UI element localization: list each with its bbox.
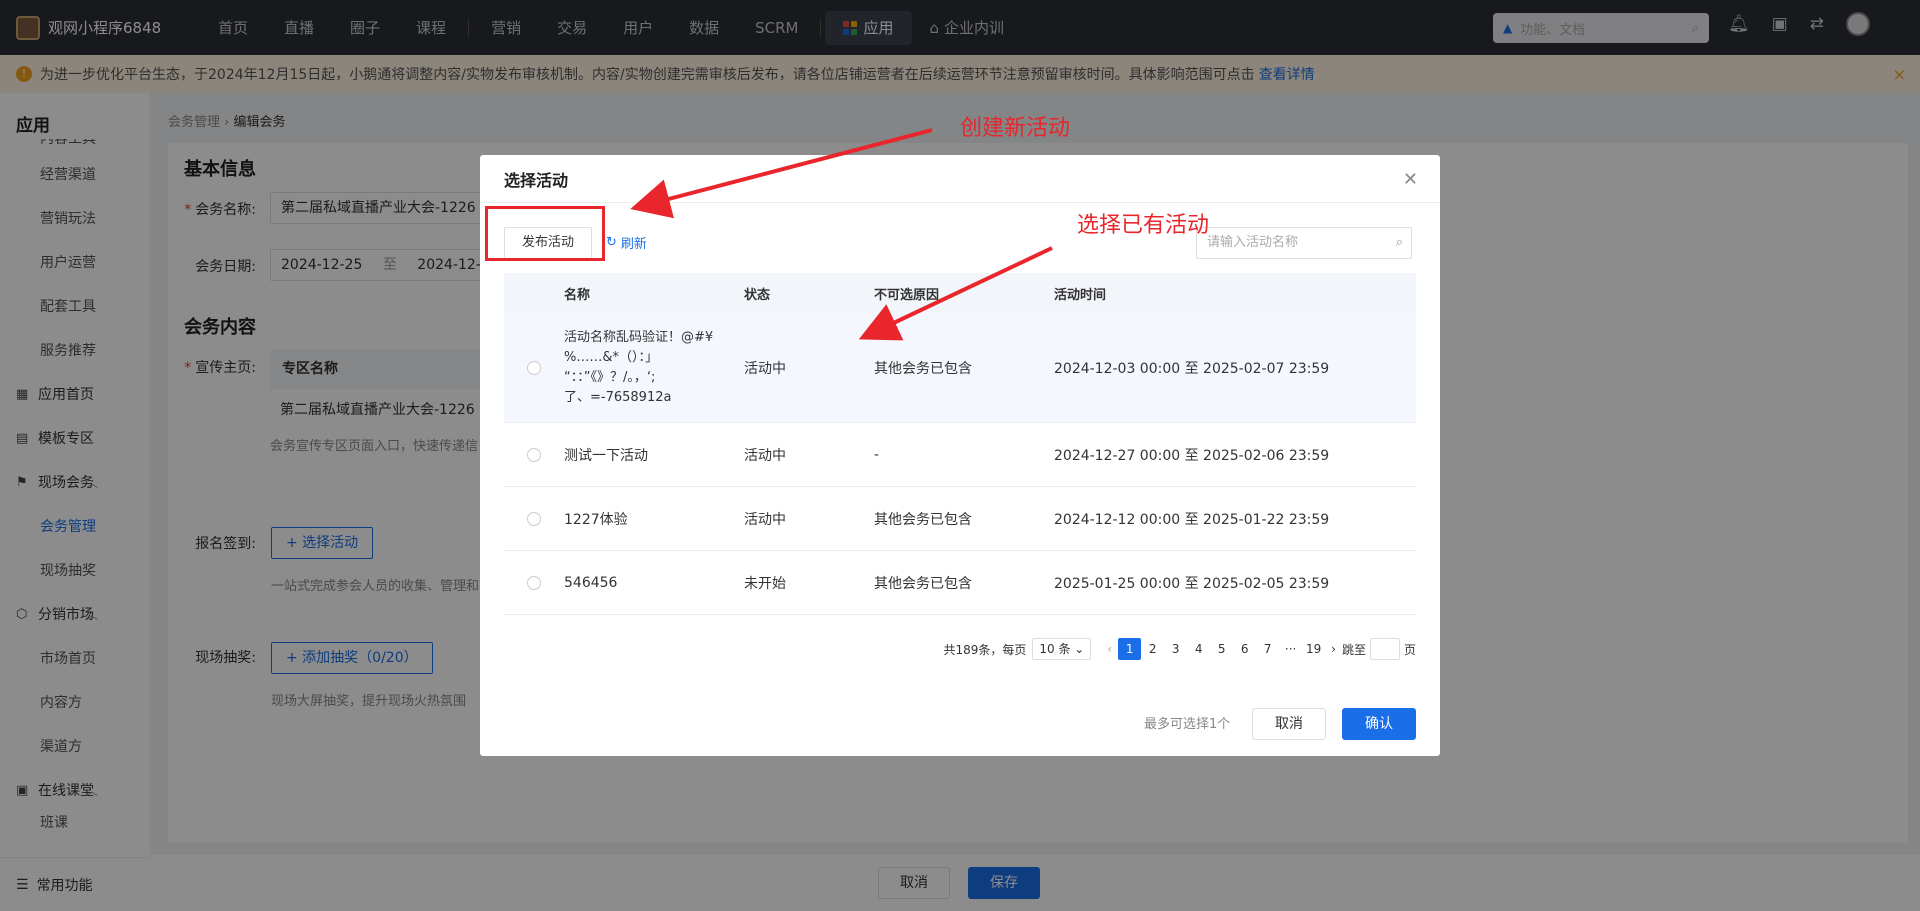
col-status: 状态 <box>744 287 771 303</box>
table-row[interactable]: 1227体验 活动中 其他会务已包含 2024-12-12 00:00 至 20… <box>504 487 1416 551</box>
row-reason: 其他会务已包含 <box>874 360 972 377</box>
row-name: 546456 <box>564 574 618 591</box>
table-row[interactable]: 测试一下活动 活动中 - 2024-12-27 00:00 至 2025-02-… <box>504 423 1416 487</box>
col-reason: 不可选原因 <box>874 287 940 303</box>
page-ellipsis[interactable]: ··· <box>1279 638 1302 660</box>
page-7[interactable]: 7 <box>1256 638 1279 660</box>
row-status: 未开始 <box>744 575 786 592</box>
page-2[interactable]: 2 <box>1141 638 1164 660</box>
col-time: 活动时间 <box>1054 287 1107 303</box>
dialog-footer: 最多可选择1个 取消 确认 <box>480 692 1440 756</box>
modal-mask-top <box>0 0 1920 93</box>
page-size-value: 10 条 <box>1039 642 1071 656</box>
jump-page-input[interactable] <box>1369 638 1400 660</box>
page-size-select[interactable]: 10 条 ⌄ <box>1032 638 1092 660</box>
page-1[interactable]: 1 <box>1118 638 1142 660</box>
activity-search-input[interactable]: 请输入活动名称 ⌕ <box>1196 227 1412 259</box>
row-status: 活动中 <box>744 511 786 528</box>
row-name: 测试一下活动 <box>564 447 648 464</box>
table-header: 名称 状态 不可选原因 活动时间 <box>504 273 1416 313</box>
refresh-label: 刷新 <box>620 237 647 252</box>
row-name-cell: 活动名称乱码验证！@#¥%……&*（）：」 “：：”《》？/。，‘; 了、=-7… <box>564 328 744 408</box>
row-name: 1227体验 <box>564 511 628 528</box>
row-reason: 其他会务已包含 <box>874 511 972 528</box>
pagination-total: 共189条，每页 <box>943 642 1027 657</box>
table-row[interactable]: 活动名称乱码验证！@#¥%……&*（）：」 “：：”《》？/。，‘; 了、=-7… <box>504 313 1416 423</box>
max-select-note: 最多可选择1个 <box>1144 717 1231 732</box>
page-6[interactable]: 6 <box>1233 638 1256 660</box>
row-radio[interactable] <box>527 360 541 375</box>
next-page-icon[interactable]: › <box>1331 642 1336 656</box>
row-radio[interactable] <box>527 447 541 462</box>
page-19[interactable]: 19 <box>1302 638 1325 660</box>
close-icon[interactable]: ✕ <box>1403 169 1418 190</box>
dialog-cancel-button[interactable]: 取消 <box>1252 708 1326 740</box>
activity-search-placeholder: 请输入活动名称 <box>1207 235 1299 250</box>
row-time: 2024-12-03 00:00 至 2025-02-07 23:59 <box>1054 360 1330 377</box>
refresh-button[interactable]: ↻ 刷新 <box>606 233 647 252</box>
row-time: 2024-12-12 00:00 至 2025-01-22 23:59 <box>1054 511 1330 528</box>
dialog-confirm-button[interactable]: 确认 <box>1342 708 1416 740</box>
row-status: 活动中 <box>744 360 786 377</box>
page-3[interactable]: 3 <box>1164 638 1187 660</box>
annotation-select: 选择已有活动 <box>1077 213 1210 238</box>
row-radio[interactable] <box>527 575 541 590</box>
row-radio-cell <box>504 511 564 526</box>
search-icon[interactable]: ⌕ <box>1396 228 1403 258</box>
row-reason: - <box>874 446 880 463</box>
pagination: 共189条，每页 10 条 ⌄ ‹ 1 2 3 4 5 6 7 ··· 19 ›… <box>943 638 1416 660</box>
page-5[interactable]: 5 <box>1210 638 1233 660</box>
refresh-icon: ↻ <box>606 235 617 250</box>
row-name: 活动名称乱码验证！@#¥%……&*（）：」 “：：”《》？/。，‘; 了、=-7… <box>564 329 714 405</box>
row-reason: 其他会务已包含 <box>874 575 972 592</box>
row-time: 2024-12-27 00:00 至 2025-02-06 23:59 <box>1054 447 1330 464</box>
page-unit: 页 <box>1403 642 1416 657</box>
row-radio-cell <box>504 447 564 462</box>
dialog-title: 选择活动 <box>504 170 569 190</box>
table-row[interactable]: 546456 未开始 其他会务已包含 2025-01-25 00:00 至 20… <box>504 551 1416 615</box>
page-4[interactable]: 4 <box>1187 638 1210 660</box>
prev-page-icon[interactable]: ‹ <box>1107 642 1112 656</box>
jump-label: 跳至 <box>1341 642 1366 657</box>
highlight-box <box>485 206 605 261</box>
select-activity-dialog: 选择活动 ✕ 发布活动 ↻ 刷新 请输入活动名称 ⌕ 名称 状态 不可选原因 活… <box>480 155 1440 756</box>
dialog-header: 选择活动 ✕ <box>480 155 1440 203</box>
annotation-create: 创建新活动 <box>960 116 1071 141</box>
row-status: 活动中 <box>744 447 786 464</box>
row-radio-cell <box>504 575 564 590</box>
col-name: 名称 <box>564 287 591 303</box>
activity-table: 名称 状态 不可选原因 活动时间 活动名称乱码验证！@#¥%……&*（）：」 “… <box>504 273 1416 615</box>
row-radio-cell <box>504 360 564 375</box>
row-time: 2025-01-25 00:00 至 2025-02-05 23:59 <box>1054 575 1330 592</box>
row-radio[interactable] <box>527 511 541 526</box>
